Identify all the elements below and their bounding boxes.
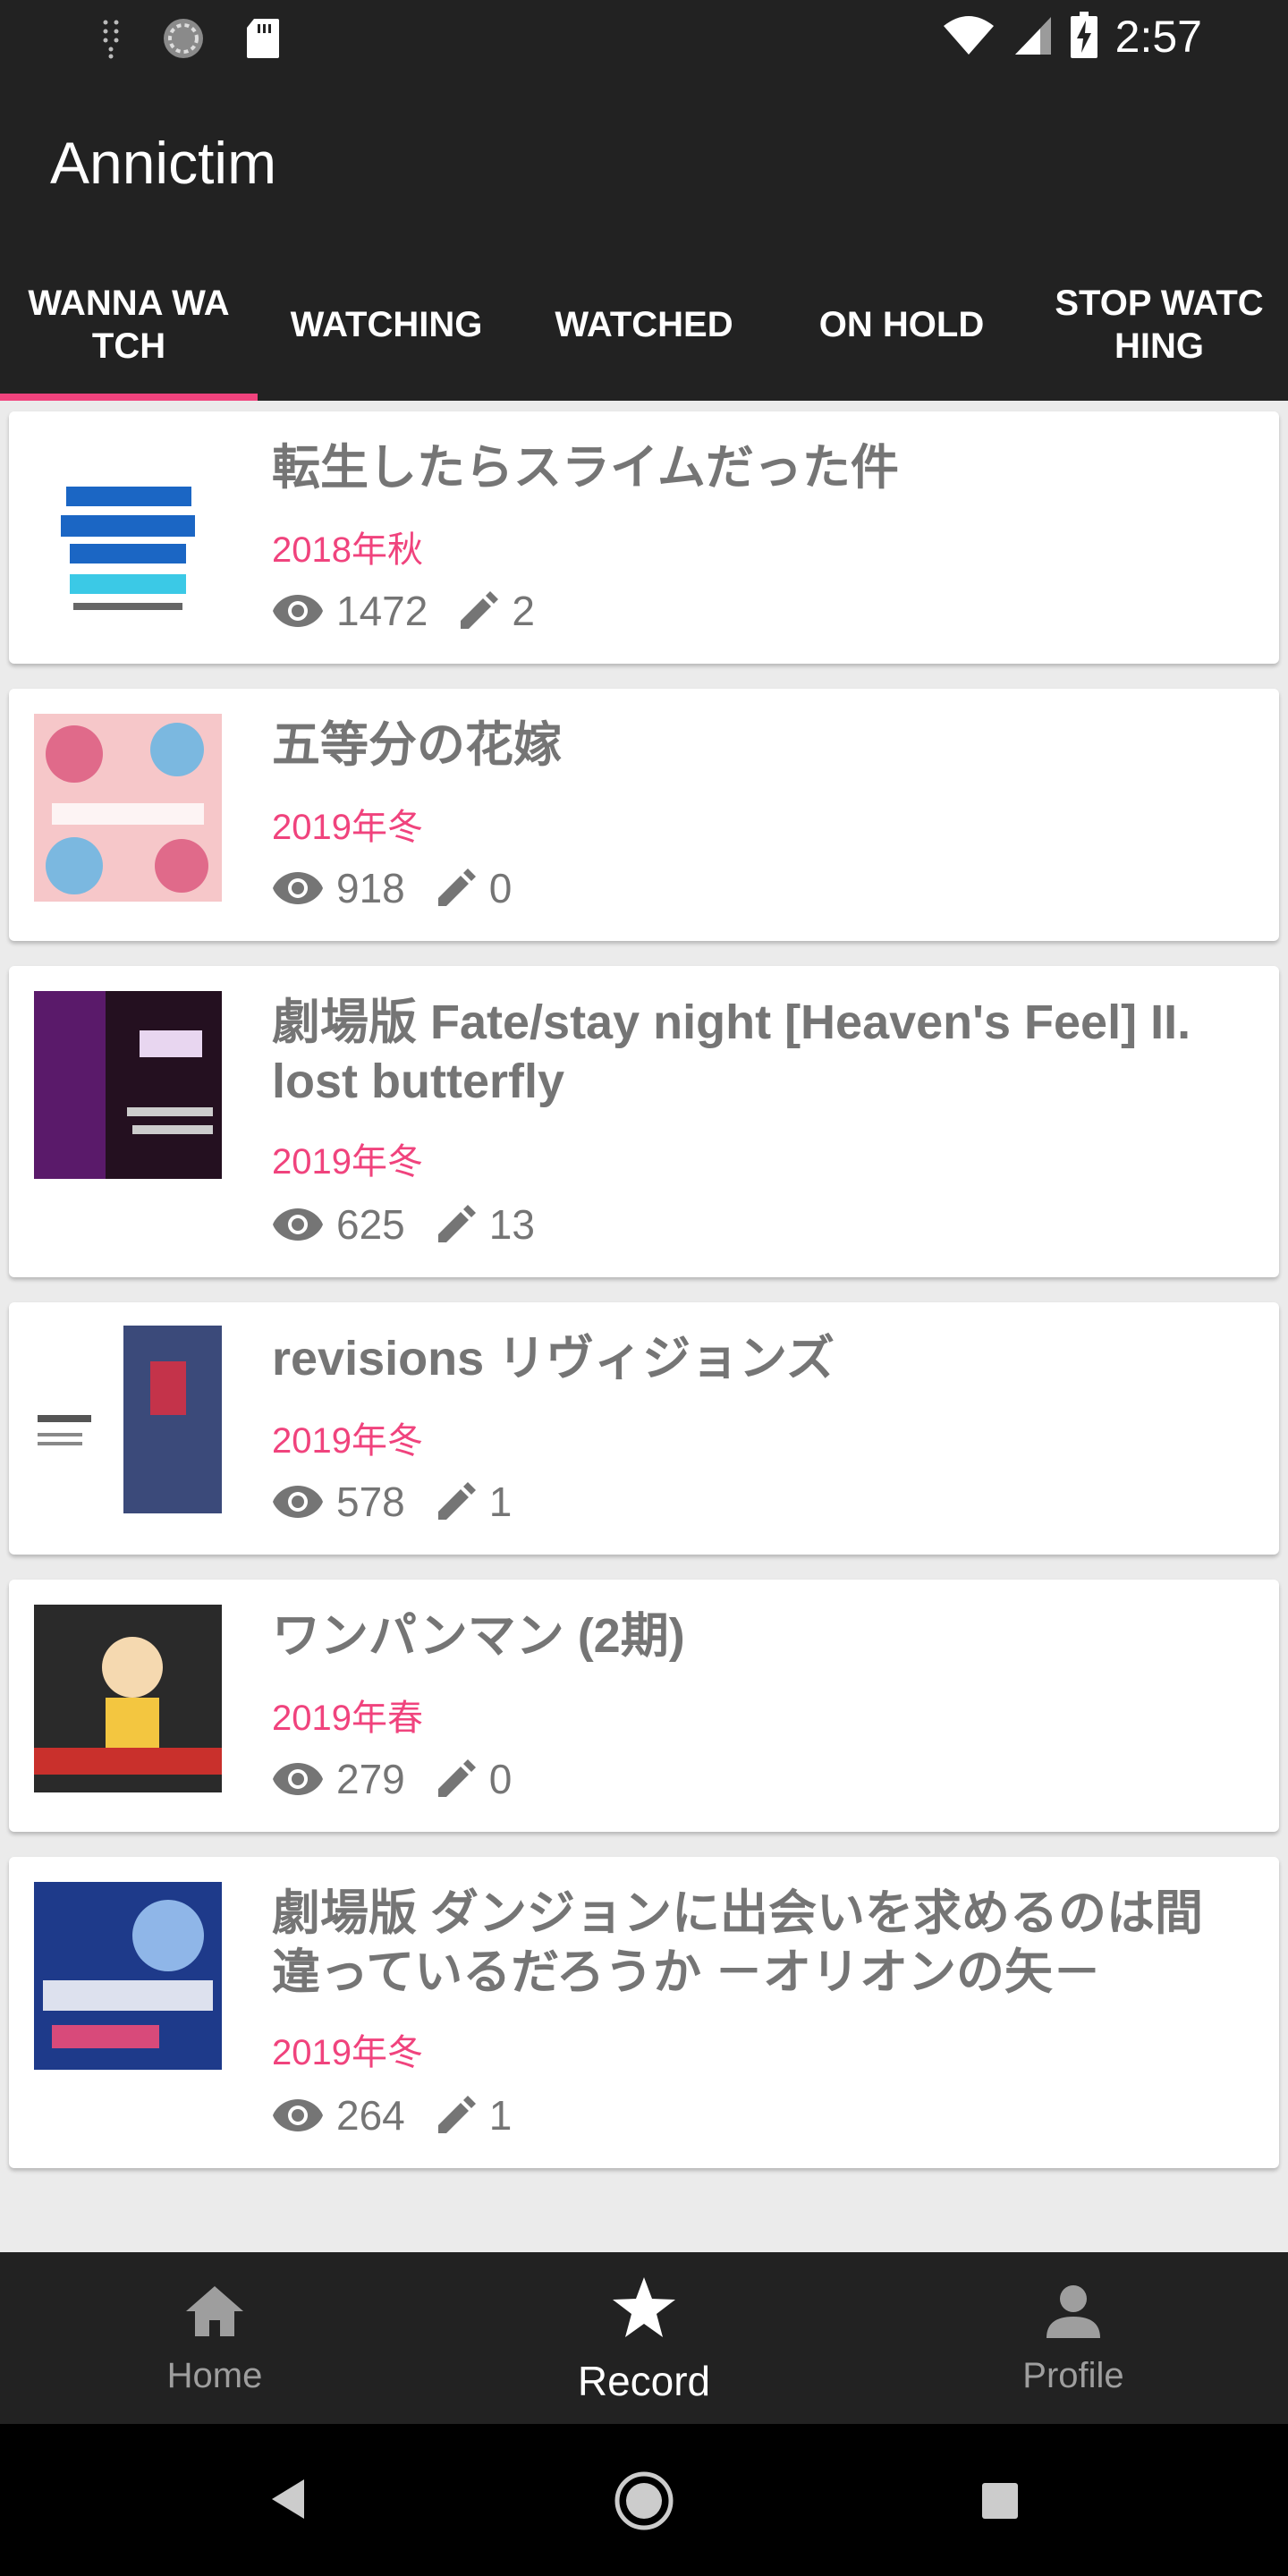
sd-card-icon: [245, 17, 281, 64]
work-card[interactable]: 五等分の花嫁 2019年冬 918 0: [9, 689, 1279, 941]
work-season: 2018年秋: [272, 530, 423, 570]
tab-label: WATCHING: [290, 305, 483, 344]
work-thumbnail: [34, 444, 222, 631]
app-title: Annictim: [50, 130, 277, 196]
nav-label: Home: [166, 2356, 263, 2395]
eye-icon: [272, 870, 324, 906]
tab-watching[interactable]: WATCHING: [258, 249, 515, 401]
watchers-count: 918: [336, 865, 405, 911]
work-thumbnail: [34, 991, 222, 1179]
tab-on-hold[interactable]: ON HOLD: [773, 249, 1030, 401]
watchers-count: 264: [336, 2092, 405, 2139]
watchers-count: 279: [336, 1756, 405, 1802]
tab-bar: WANNA WATCH WATCHING WATCHED ON HOLD STO…: [0, 249, 1288, 401]
tab-label: STOP WATCHING: [1055, 284, 1264, 366]
work-stats: 279 0: [272, 1755, 542, 1803]
battery-charging-icon: [1070, 11, 1097, 63]
pencil-icon: [458, 590, 499, 631]
signal-dots-icon: [100, 17, 122, 64]
work-card[interactable]: 劇場版 Fate/stay night [Heaven's Feel] II. …: [9, 966, 1279, 1277]
pencil-icon: [436, 868, 477, 909]
work-thumbnail: [34, 1326, 222, 1513]
system-nav-bar: [0, 2424, 1288, 2576]
nav-label: Record: [577, 2358, 711, 2404]
records-count: 1: [488, 1479, 513, 1525]
watchers-count: 1472: [336, 588, 428, 634]
nav-label: Profile: [1022, 2356, 1124, 2395]
wifi-icon: [942, 13, 996, 61]
pencil-icon: [436, 2095, 477, 2136]
work-title: 転生したらスライムだった件: [272, 441, 899, 495]
records-count: 0: [488, 1756, 513, 1802]
eye-icon: [272, 1484, 324, 1520]
home-circle-icon[interactable]: [614, 2470, 674, 2536]
records-count: 2: [512, 588, 535, 634]
pencil-icon: [436, 1204, 477, 1245]
watchers-count: 578: [336, 1479, 405, 1525]
nav-record[interactable]: Record: [429, 2252, 859, 2424]
work-title: 劇場版 ダンジョンに出会いを求めるのは間違っているだろうか －オリオンの矢－: [272, 1886, 1204, 1999]
work-card[interactable]: revisions リヴィジョンズ 2019年冬 578 1: [9, 1302, 1279, 1555]
work-stats: 918 0: [272, 864, 542, 912]
tab-watched[interactable]: WATCHED: [515, 249, 773, 401]
eye-icon: [272, 593, 324, 629]
work-card[interactable]: 転生したらスライムだった件 2018年秋 1472 2: [9, 411, 1279, 664]
pencil-icon: [436, 1481, 477, 1522]
work-card[interactable]: ワンパンマン (2期) 2019年春 279 0: [9, 1580, 1279, 1832]
tab-stop-watching[interactable]: STOP WATCHING: [1030, 249, 1288, 401]
work-title: revisions リヴィジョンズ: [272, 1332, 835, 1385]
recents-icon[interactable]: [980, 2481, 1020, 2525]
sync-icon: [161, 16, 206, 65]
clock-time: 2:57: [1114, 12, 1202, 62]
work-title: 五等分の花嫁: [272, 718, 562, 772]
eye-icon: [272, 2097, 324, 2133]
work-season: 2019年冬: [272, 808, 423, 847]
work-thumbnail: [34, 714, 222, 902]
bottom-navigation: Home Record Profile: [0, 2252, 1288, 2424]
work-thumbnail: [34, 1882, 222, 2070]
nav-profile[interactable]: Profile: [859, 2252, 1288, 2424]
work-stats: 578 1: [272, 1478, 542, 1526]
tab-label: ON HOLD: [818, 305, 985, 344]
eye-icon: [272, 1207, 324, 1242]
home-icon: [182, 2283, 247, 2349]
records-count: 0: [488, 865, 513, 911]
records-count: 13: [488, 1201, 535, 1248]
pencil-icon: [436, 1758, 477, 1800]
work-stats: 1472 2: [272, 587, 565, 635]
work-title: ワンパンマン (2期): [272, 1609, 685, 1663]
person-icon: [1045, 2283, 1102, 2349]
records-count: 1: [488, 2092, 513, 2139]
work-card[interactable]: 劇場版 ダンジョンに出会いを求めるのは間違っているだろうか －オリオンの矢－ 2…: [9, 1857, 1279, 2168]
tab-label: WANNA WATCH: [28, 284, 230, 366]
eye-icon: [272, 1761, 324, 1797]
back-icon[interactable]: [268, 2478, 308, 2525]
work-title: 劇場版 Fate/stay night [Heaven's Feel] II. …: [272, 996, 1191, 1108]
watchers-count: 625: [336, 1201, 405, 1248]
work-season: 2019年春: [272, 1699, 423, 1738]
work-stats: 264 1: [272, 2091, 542, 2140]
work-season: 2019年冬: [272, 1421, 423, 1461]
work-stats: 625 13: [272, 1200, 565, 1249]
app-bar: Annictim: [0, 79, 1288, 249]
tab-label: WATCHED: [555, 305, 733, 344]
work-season: 2019年冬: [272, 1142, 423, 1182]
star-icon: [611, 2275, 677, 2350]
work-season: 2019年冬: [272, 2033, 423, 2072]
nav-home[interactable]: Home: [0, 2252, 429, 2424]
status-bar: 2:57: [0, 0, 1288, 79]
work-list[interactable]: 転生したらスライムだった件 2018年秋 1472 2 五等分の花嫁 2019年…: [0, 401, 1288, 2252]
work-thumbnail: [34, 1605, 222, 1792]
tab-wanna-watch[interactable]: WANNA WATCH: [0, 249, 258, 401]
cell-signal-icon: [1013, 13, 1053, 61]
